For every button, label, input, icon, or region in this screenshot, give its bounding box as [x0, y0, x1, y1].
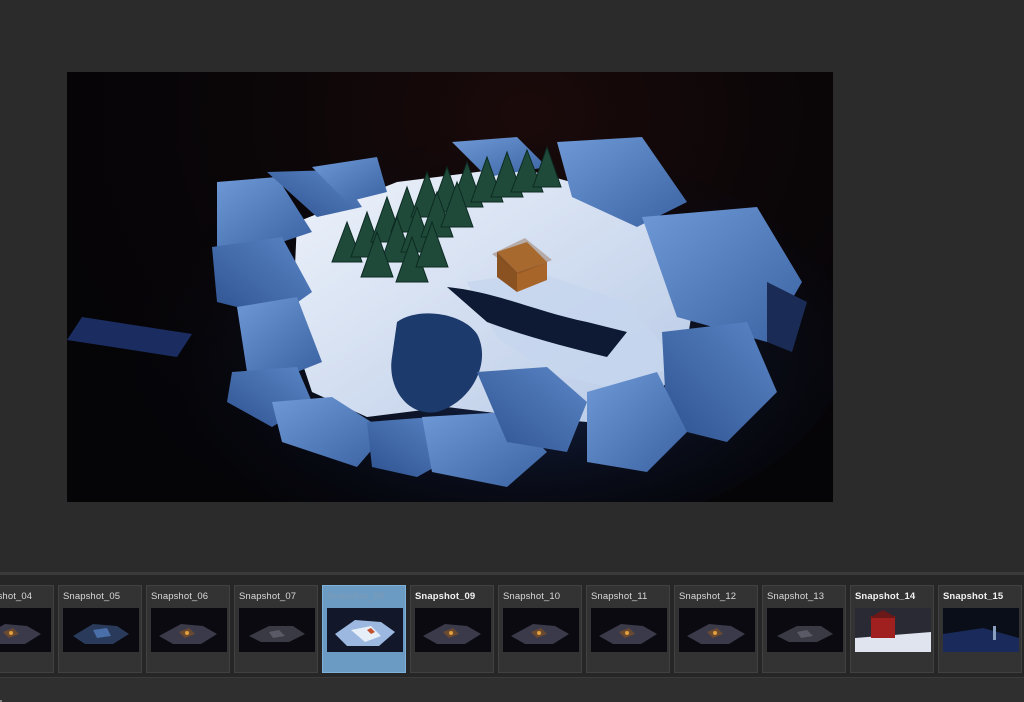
snapshot-label: Snapshot_07 — [239, 591, 297, 602]
snapshot-card[interactable]: Snapshot_12 — [674, 585, 758, 673]
snapshot-label: Snapshot_10 — [503, 591, 561, 602]
snapshot-card[interactable]: Snapshot_07 — [234, 585, 318, 673]
snapshot-card[interactable]: Snapshot_05 — [58, 585, 142, 673]
snapshot-card[interactable]: Snapshot_09 — [410, 585, 494, 673]
snapshot-thumbnail — [63, 608, 139, 652]
status-bar — [0, 677, 1024, 702]
snapshot-thumbnail — [327, 608, 403, 652]
snapshot-label: Snapshot_12 — [679, 591, 737, 602]
snapshot-thumbnail — [767, 608, 843, 652]
snapshot-label: Snapshot_15 — [943, 591, 1004, 602]
snapshot-label: Snapshot_08 — [327, 591, 385, 602]
snapshot-thumbnail — [239, 608, 315, 652]
snapshot-card[interactable]: Snapshot_15 — [938, 585, 1022, 673]
snapshot-thumbnail — [0, 608, 51, 652]
viewport — [0, 0, 1024, 572]
snapshot-label: Snapshot_06 — [151, 591, 209, 602]
snapshot-thumbnail — [943, 608, 1019, 652]
snapshot-card[interactable]: Snapshot_11 — [586, 585, 670, 673]
snapshot-thumbnail — [503, 608, 579, 652]
snapshot-label: Snapshot_09 — [415, 591, 476, 602]
snapshot-card[interactable]: Snapshot_10 — [498, 585, 582, 673]
snapshot-label: Snapshot_11 — [591, 591, 648, 602]
snapshot-thumbnail — [591, 608, 667, 652]
snapshot-card[interactable]: Snapshot_08 — [322, 585, 406, 673]
snapshot-thumbnail — [679, 608, 755, 652]
snapshot-card[interactable]: Snapshot_14 — [850, 585, 934, 673]
snapshot-card[interactable]: Snapshot_06 — [146, 585, 230, 673]
snapshot-thumbnail — [415, 608, 491, 652]
snapshot-thumbnail — [855, 608, 931, 652]
snapshot-strip: Snapshot_04 Snapshot_05 Snapshot_06 Snapsho… — [0, 575, 1024, 677]
snapshot-label: Snapshot_04 — [0, 591, 33, 602]
snapshot-thumbnail — [151, 608, 227, 652]
snapshot-label: Snapshot_14 — [855, 591, 916, 602]
snapshot-label: Snapshot_05 — [63, 591, 121, 602]
snapshot-track: Snapshot_04 Snapshot_05 Snapshot_06 Snapsho… — [0, 585, 1024, 675]
snapshot-label: Snapshot_13 — [767, 591, 825, 602]
snapshot-card[interactable]: Snapshot_04 — [0, 585, 54, 673]
island-scene — [67, 137, 833, 502]
render-view[interactable] — [67, 72, 833, 502]
snapshot-card[interactable]: Snapshot_13 — [762, 585, 846, 673]
